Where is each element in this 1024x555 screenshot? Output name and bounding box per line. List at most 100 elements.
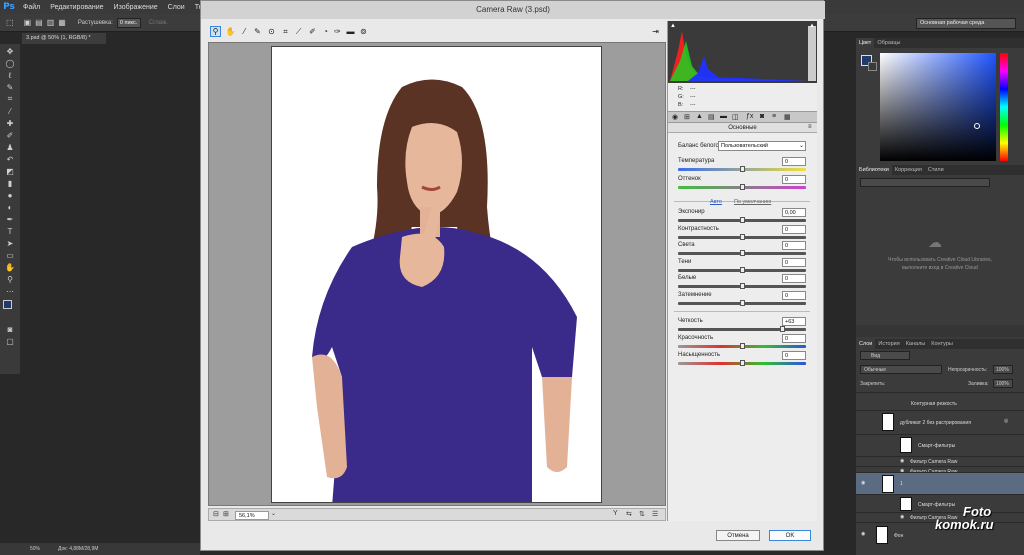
slider-thumb[interactable] <box>740 283 745 289</box>
new-selection-icon[interactable]: ▣ <box>24 18 32 27</box>
radial-filter-icon[interactable]: ⊚ <box>358 26 369 37</box>
library-select[interactable] <box>860 178 990 187</box>
camera-calibration-icon[interactable]: ◙ <box>760 113 764 120</box>
fill-input[interactable]: 100% <box>993 379 1013 388</box>
type-tool-icon[interactable]: T <box>3 226 17 236</box>
slider-thumb[interactable] <box>740 267 745 273</box>
layer-row[interactable]: Смарт-фильтры <box>856 434 1024 456</box>
detail-icon[interactable]: ▲ <box>696 113 703 120</box>
copy-settings-icon[interactable]: ⇅ <box>639 510 645 518</box>
slider-track[interactable] <box>678 250 806 256</box>
slider-track[interactable] <box>678 300 806 306</box>
tab-layers[interactable]: Слои <box>856 339 876 349</box>
add-selection-icon[interactable]: ▤ <box>35 18 43 27</box>
slider-value-input[interactable]: 0 <box>782 291 806 300</box>
slider-value-input[interactable]: 0 <box>782 175 806 184</box>
opacity-input[interactable]: 100% <box>993 365 1013 374</box>
cancel-button[interactable]: Отмена <box>716 530 760 541</box>
visibility-eye-icon[interactable]: ◉ <box>861 480 865 486</box>
tab-history[interactable]: История <box>875 339 902 349</box>
pen-tool-icon[interactable]: ✒ <box>3 214 17 224</box>
slider-value-input[interactable]: 0,00 <box>782 208 806 217</box>
crop-tool-icon[interactable]: ⌗ <box>3 94 17 104</box>
basic-panel-icon[interactable]: ◉ <box>672 113 678 121</box>
auto-link[interactable]: Авто <box>710 199 722 205</box>
layer-row[interactable]: дубликат 2 без растрирования ◎ <box>856 410 1024 434</box>
visibility-eye-icon[interactable]: ◉ <box>861 531 865 537</box>
shape-tool-icon[interactable]: ▭ <box>3 250 17 260</box>
zoom-status[interactable]: 50% <box>30 546 40 552</box>
hsl-icon[interactable]: ▤ <box>708 113 715 121</box>
screen-mode-icon[interactable]: ▢ <box>3 336 17 346</box>
slider-thumb[interactable] <box>740 234 745 240</box>
layer-row[interactable]: ◉ Фильтр Camera Raw <box>856 456 1024 466</box>
chevron-down-icon[interactable]: ⌄ <box>271 510 276 517</box>
history-brush-icon[interactable]: ↶ <box>3 154 17 164</box>
brush-tool-icon[interactable]: ✐ <box>3 130 17 140</box>
slider-track[interactable] <box>678 326 806 332</box>
marquee-tool-icon[interactable]: ◯ <box>3 58 17 68</box>
swap-view-icon[interactable]: ⇆ <box>626 510 632 518</box>
foreground-color-swatch[interactable] <box>3 300 12 309</box>
split-toning-icon[interactable]: ▬ <box>720 113 727 120</box>
slider-value-input[interactable]: 0 <box>782 241 806 250</box>
slider-thumb[interactable] <box>740 250 745 256</box>
shadow-clipping-icon[interactable]: ▲ <box>670 23 676 29</box>
slider-thumb[interactable] <box>740 343 745 349</box>
snapshots-icon[interactable]: ▦ <box>784 113 791 121</box>
menu-layers[interactable]: Слои <box>163 4 190 11</box>
zoom-tool-icon[interactable]: ⚲ <box>210 26 221 37</box>
slider-value-input[interactable]: 0 <box>782 334 806 343</box>
slider-value-input[interactable]: 0 <box>782 351 806 360</box>
smooth-label[interactable]: Сглаж. <box>149 20 168 26</box>
graduated-filter-icon[interactable]: ▬ <box>345 26 356 37</box>
path-select-icon[interactable]: ➤ <box>3 238 17 248</box>
highlight-clipping-icon[interactable]: ▲ <box>809 23 815 29</box>
layer-row[interactable]: Контурная резкость <box>856 392 1024 407</box>
adjustment-brush-icon[interactable]: ✑ <box>332 26 343 37</box>
slider-value-input[interactable]: 0 <box>782 157 806 166</box>
slider-value-input[interactable]: 0 <box>782 274 806 283</box>
clone-stamp-icon[interactable]: ♟ <box>3 142 17 152</box>
tone-curve-icon[interactable]: ⊞ <box>684 113 690 121</box>
healing-brush-icon[interactable]: ✚ <box>3 118 17 128</box>
tab-styles[interactable]: Стили <box>925 165 947 175</box>
blend-mode-select[interactable]: Обычные <box>860 365 942 374</box>
zoom-out-icon[interactable]: ⊟ <box>213 510 219 518</box>
marquee-icon[interactable]: ⬚ <box>6 18 14 27</box>
default-link[interactable]: По умолчанию <box>734 199 771 205</box>
layer-kind-filter[interactable]: Вид <box>860 351 910 360</box>
color-picker-field[interactable] <box>880 53 996 161</box>
visibility-eye-icon[interactable]: ◉ <box>900 458 904 464</box>
slider-track[interactable] <box>678 234 806 240</box>
layer-row-selected[interactable]: ◉ 1 <box>856 472 1024 494</box>
targeted-adjust-icon[interactable]: ⊙ <box>266 26 277 37</box>
hand-tool-icon[interactable]: ✋ <box>225 26 236 37</box>
gradient-tool-icon[interactable]: ▮ <box>3 178 17 188</box>
tab-paths[interactable]: Контуры <box>928 339 956 349</box>
slider-track[interactable] <box>678 283 806 289</box>
eraser-tool-icon[interactable]: ◩ <box>3 166 17 176</box>
slider-value-input[interactable]: +63 <box>782 317 806 326</box>
crop-tool-icon[interactable]: ⌗ <box>280 26 291 37</box>
chevron-down-icon[interactable]: ⌄ <box>799 142 804 149</box>
effects-icon[interactable]: ƒx <box>746 113 753 120</box>
slider-track[interactable] <box>678 166 806 172</box>
color-swatches[interactable] <box>3 300 17 320</box>
slider-value-input[interactable]: 0 <box>782 225 806 234</box>
zoom-level[interactable]: 56,1% <box>235 511 269 520</box>
feather-input[interactable]: 0 пикс. <box>116 17 141 28</box>
lasso-tool-icon[interactable]: ℓ <box>3 70 17 80</box>
slider-track[interactable] <box>678 343 806 349</box>
dodge-tool-icon[interactable]: ◐ <box>3 202 17 212</box>
lens-corrections-icon[interactable]: ◫ <box>732 113 739 121</box>
workspace-select[interactable]: Основная рабочая среда <box>916 18 1016 29</box>
menu-file[interactable]: Файл <box>18 4 45 11</box>
white-balance-select[interactable]: Пользовательский <box>718 141 806 151</box>
slider-track[interactable] <box>678 184 806 190</box>
tab-libraries[interactable]: Библиотеки <box>856 165 892 175</box>
menu-edit[interactable]: Редактирование <box>45 4 108 11</box>
slider-thumb[interactable] <box>740 360 745 366</box>
move-tool-icon[interactable]: ✥ <box>3 46 17 56</box>
background-swatch-panel[interactable] <box>868 62 877 71</box>
